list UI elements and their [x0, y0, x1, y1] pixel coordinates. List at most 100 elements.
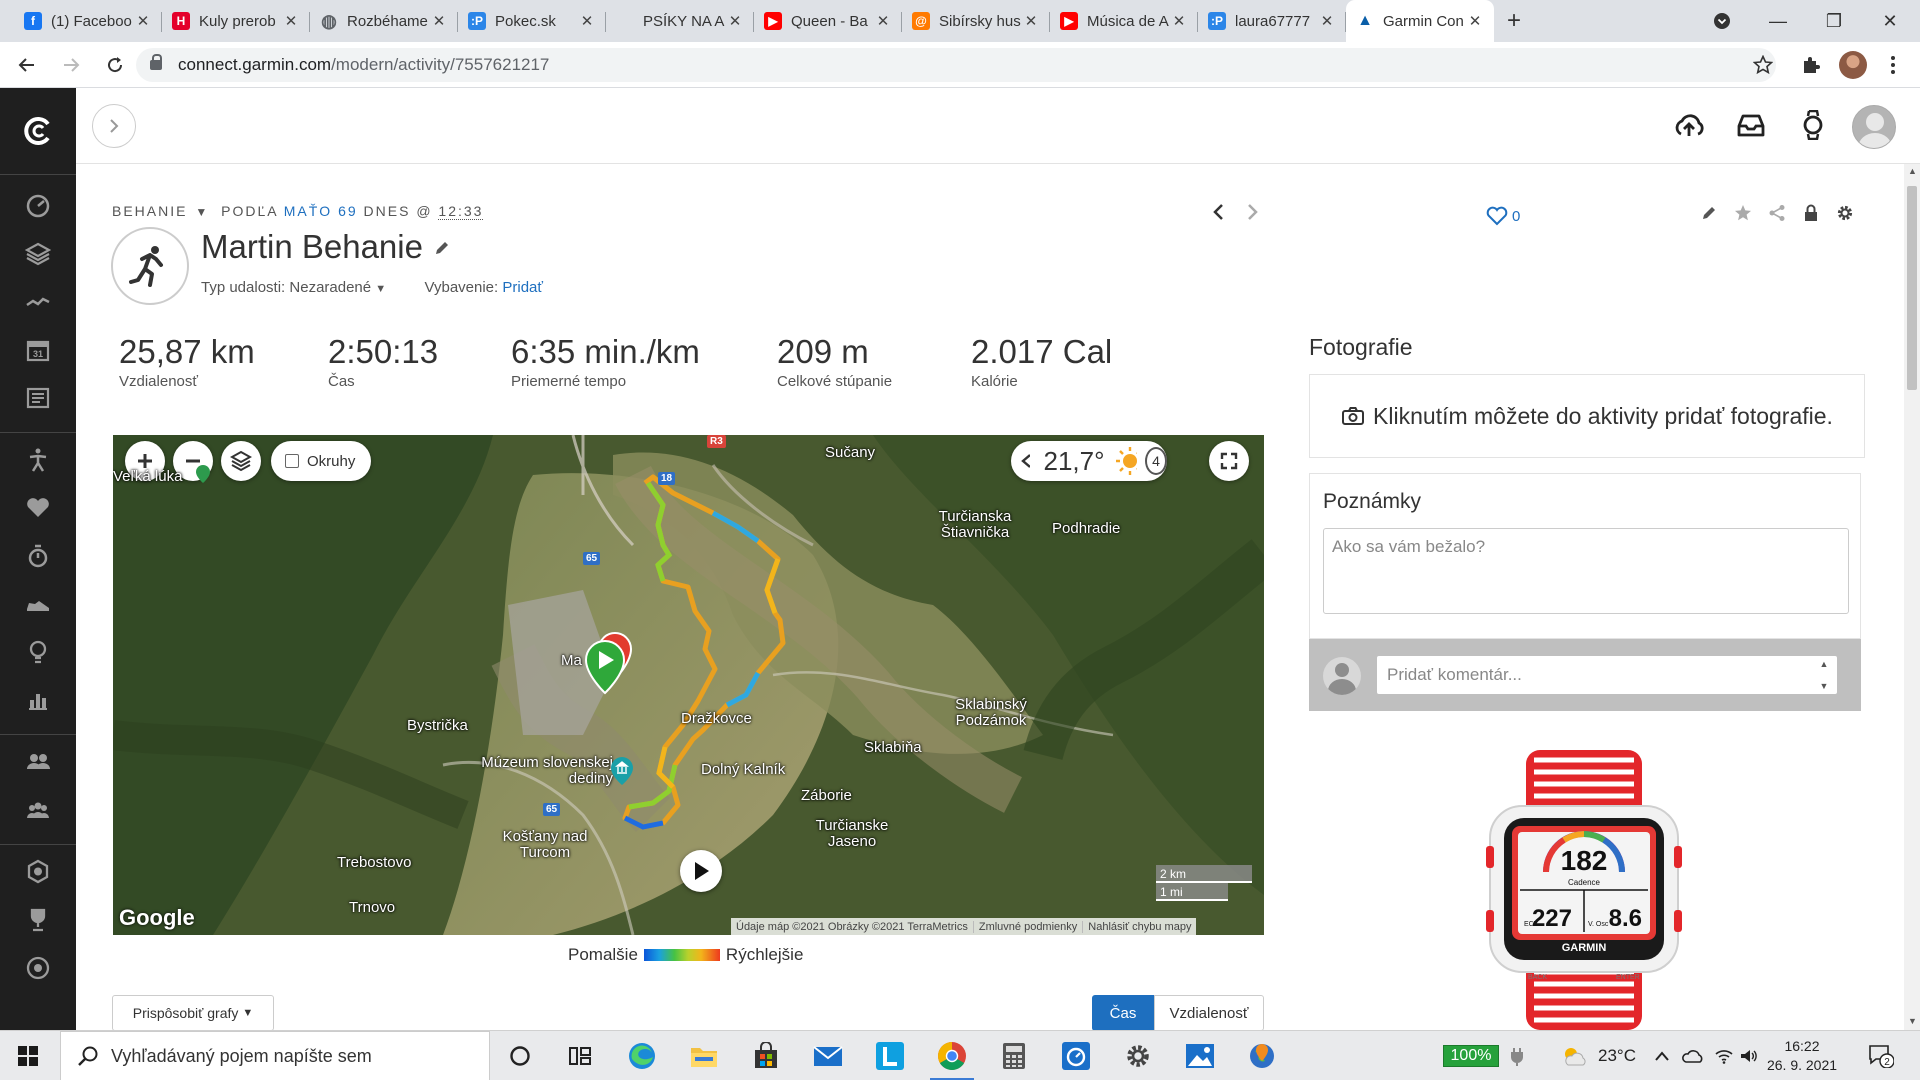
- sidebar-news-icon[interactable]: [24, 384, 52, 412]
- close-tab-icon[interactable]: ✕: [1170, 12, 1188, 30]
- photos-app-icon[interactable]: [1184, 1040, 1216, 1072]
- fullscreen-button[interactable]: [1209, 441, 1249, 481]
- breadcrumb-user-link[interactable]: MAŤO 69: [284, 203, 358, 219]
- inbox-button[interactable]: [1734, 108, 1768, 142]
- edge-browser-icon[interactable]: [626, 1040, 658, 1072]
- map-layers-button[interactable]: [221, 441, 261, 481]
- privacy-button[interactable]: [1801, 203, 1821, 223]
- sidebar-groups-icon[interactable]: [24, 796, 52, 824]
- settings-gear-icon[interactable]: [1122, 1040, 1154, 1072]
- extensions-button[interactable]: [1796, 50, 1826, 80]
- report-error-link[interactable]: Nahlásiť chybu mapy: [1082, 920, 1196, 933]
- page-scrollbar[interactable]: ▲ ▼: [1904, 164, 1920, 1030]
- distance-toggle-button[interactable]: Vzdialenosť: [1154, 995, 1264, 1031]
- browser-tab[interactable]: ▲ Garmin Con ✕: [1346, 0, 1494, 42]
- reload-button[interactable]: [98, 48, 132, 82]
- calculator-icon[interactable]: [998, 1040, 1030, 1072]
- browser-tab[interactable]: @ Sibírsky hus ✕: [902, 0, 1050, 42]
- new-tab-button[interactable]: +: [1494, 0, 1534, 42]
- caret-down-icon[interactable]: ▼: [195, 205, 209, 219]
- tab-search-button[interactable]: [1694, 0, 1750, 42]
- battery-indicator[interactable]: 100%: [1443, 1045, 1499, 1067]
- event-type-value[interactable]: Nezaradené: [289, 279, 371, 296]
- like-button[interactable]: 0: [1486, 206, 1520, 226]
- comment-input[interactable]: Pridať komentár...: [1377, 656, 1837, 694]
- taskbar-clock[interactable]: 16:22 26. 9. 2021: [1752, 1037, 1852, 1075]
- weather-widget[interactable]: 21,7° 4: [1011, 441, 1168, 481]
- sidebar-courses-icon[interactable]: [24, 954, 52, 982]
- taskbar-search-box[interactable]: Vyhľadávaný pojem napíšte sem: [60, 1031, 490, 1080]
- laps-toggle[interactable]: Okruhy: [271, 441, 371, 481]
- sidebar-layers-icon[interactable]: [24, 240, 52, 268]
- browser-tab[interactable]: :P Pokec.sk ✕: [458, 0, 606, 42]
- file-explorer-icon[interactable]: [688, 1040, 720, 1072]
- add-photos-area[interactable]: Kliknutím môžete do aktivity pridať foto…: [1309, 374, 1865, 458]
- maximize-window-button[interactable]: ❐: [1806, 0, 1862, 42]
- sidebar-insights-icon[interactable]: [24, 288, 52, 316]
- terms-link[interactable]: Zmluvné podmienky: [972, 920, 1082, 933]
- chevron-left-icon[interactable]: [1019, 452, 1030, 470]
- browser-tab[interactable]: PSÍKY NA A ✕: [606, 0, 754, 42]
- sidebar-insights-bulb-icon[interactable]: [24, 638, 52, 666]
- edit-title-button[interactable]: [434, 240, 450, 261]
- browser-tab[interactable]: ▶ Queen - Ba ✕: [754, 0, 902, 42]
- park-poi-icon[interactable]: [196, 465, 210, 483]
- favorite-button[interactable]: [1733, 203, 1753, 223]
- scrollbar-thumb[interactable]: [1907, 186, 1917, 390]
- microsoft-store-icon[interactable]: [750, 1040, 782, 1072]
- notes-textarea[interactable]: Ako sa vám bežalo?: [1323, 528, 1849, 614]
- activity-type-link[interactable]: BEHANIE: [112, 203, 187, 219]
- time-toggle-button[interactable]: Čas: [1092, 995, 1154, 1031]
- cortana-icon[interactable]: [504, 1040, 536, 1072]
- edit-activity-button[interactable]: [1699, 203, 1719, 223]
- browser-tab[interactable]: :P laura67777 ✕: [1198, 0, 1346, 42]
- close-tab-icon[interactable]: ✕: [874, 12, 892, 30]
- show-hidden-icons-button[interactable]: [1654, 1031, 1670, 1080]
- expand-sidebar-button[interactable]: [92, 104, 136, 148]
- power-plug-icon[interactable]: [1510, 1031, 1524, 1080]
- scroll-up-arrow[interactable]: ▲: [1908, 166, 1917, 176]
- forward-button[interactable]: [54, 48, 88, 82]
- previous-activity-button[interactable]: [1212, 201, 1224, 227]
- next-activity-button[interactable]: [1247, 201, 1259, 227]
- back-button[interactable]: [10, 48, 44, 82]
- close-window-button[interactable]: ✕: [1862, 0, 1918, 42]
- sidebar-reports-icon[interactable]: [24, 686, 52, 714]
- browser-tab[interactable]: H Kuly prerob ✕: [162, 0, 310, 42]
- sidebar-training-icon[interactable]: [24, 542, 52, 570]
- start-marker-icon[interactable]: [583, 639, 627, 695]
- comment-scroll-arrows[interactable]: ▲ ▼: [1817, 659, 1831, 691]
- customize-charts-button[interactable]: Prispôsobiť grafy ▼: [112, 995, 274, 1031]
- sidebar-challenges-icon[interactable]: [24, 906, 52, 934]
- sidebar-dashboard-icon[interactable]: [24, 192, 52, 220]
- profile-button[interactable]: [1838, 50, 1868, 80]
- close-tab-icon[interactable]: ✕: [1318, 12, 1336, 30]
- breadcrumb-time[interactable]: 12:33: [438, 203, 484, 220]
- task-view-icon[interactable]: [564, 1040, 596, 1072]
- maps-globe-icon[interactable]: [1246, 1040, 1278, 1072]
- browser-tab[interactable]: ▶ Música de A ✕: [1050, 0, 1198, 42]
- play-route-button[interactable]: [680, 850, 722, 892]
- close-tab-icon[interactable]: ✕: [1466, 12, 1484, 30]
- museum-poi-icon[interactable]: [611, 757, 633, 785]
- garmin-connect-logo-icon[interactable]: [21, 114, 55, 148]
- minimize-window-button[interactable]: —: [1750, 0, 1806, 42]
- sidebar-gear-shoe-icon[interactable]: [24, 590, 52, 618]
- sidebar-calendar-icon[interactable]: 31: [24, 336, 52, 364]
- close-tab-icon[interactable]: ✕: [430, 12, 448, 30]
- close-tab-icon[interactable]: ✕: [578, 12, 596, 30]
- close-tab-icon[interactable]: ✕: [1022, 12, 1040, 30]
- close-tab-icon[interactable]: ✕: [134, 12, 152, 30]
- browser-tab[interactable]: f (1) Faceboo ✕: [14, 0, 162, 42]
- sidebar-health-icon[interactable]: [24, 494, 52, 522]
- sidebar-connections-icon[interactable]: [24, 748, 52, 776]
- app-clock-icon[interactable]: [1060, 1040, 1092, 1072]
- l-app-icon[interactable]: [874, 1040, 906, 1072]
- chrome-icon[interactable]: [930, 1040, 974, 1080]
- share-button[interactable]: [1767, 203, 1787, 223]
- caret-down-icon[interactable]: ▼: [375, 283, 386, 295]
- close-tab-icon[interactable]: ✕: [726, 12, 744, 30]
- scroll-down-arrow[interactable]: ▼: [1908, 1016, 1917, 1026]
- address-bar[interactable]: connect.garmin.com/modern/activity/75576…: [136, 48, 1776, 82]
- user-menu-button[interactable]: [1851, 104, 1897, 150]
